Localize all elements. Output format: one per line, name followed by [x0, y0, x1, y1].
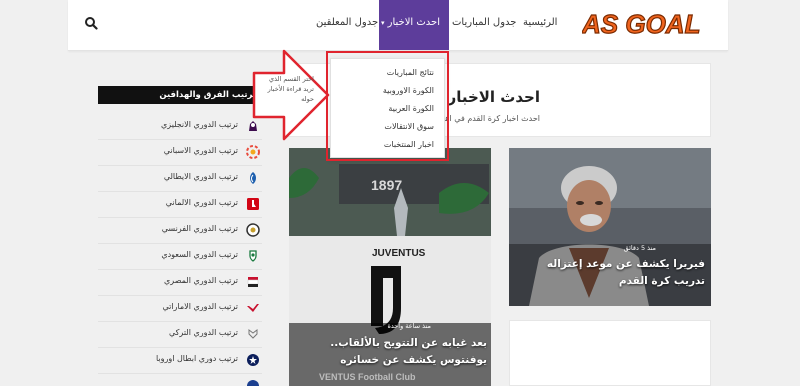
nav-latest-news-label: احدث الاخبار [387, 17, 440, 28]
turkish-league-icon [248, 329, 258, 339]
nav-commentators-schedule[interactable]: جدول المعلقين [316, 0, 378, 50]
ligue-1-icon [246, 223, 260, 237]
card-time: منذ ساعة واحدة [387, 322, 431, 330]
nav-latest-news[interactable]: احدث الاخبار ▾ [379, 0, 449, 50]
sidebar-item-label: ترتيب الدوري المصري [164, 276, 238, 285]
league-icon [247, 380, 259, 386]
sidebar-item-laliga[interactable]: ترتيب الدوري الاسباني [98, 140, 262, 166]
sidebar-item-label: ترتيب الدوري الفرنسي [161, 224, 238, 233]
saudi-league-icon [249, 250, 257, 262]
sidebar-item-serie-a[interactable]: ترتيب الدوري الايطالي [98, 166, 262, 192]
sidebar-item-saudi-league[interactable]: ترتيب الدوري السعودي [98, 244, 262, 270]
svg-text:AS GOAL: AS GOAL [582, 9, 700, 39]
sidebar-item-more[interactable] [98, 374, 262, 386]
sidebar-item-label: ترتيب دوري ابطال اوروبا [155, 354, 238, 363]
highlight-box [326, 51, 449, 161]
sidebar-item-label: ترتيب الدوري الايطالي [163, 172, 238, 181]
sidebar-item-egyptian-league[interactable]: ترتيب الدوري المصري [98, 270, 262, 296]
nav-home[interactable]: الرئيسية [523, 0, 557, 50]
news-card[interactable]: 1897 JUVENTUS VENTUS Football Club منذ س… [289, 148, 491, 386]
sidebar-item-label: ترتيب الدوري الاسباني [163, 146, 238, 155]
sidebar-item-champions-league[interactable]: ترتيب دوري ابطال اوروبا [98, 348, 262, 374]
uae-league-icon [247, 304, 259, 312]
champions-league-icon [247, 354, 259, 366]
nav-matches-schedule[interactable]: جدول المباريات [452, 0, 516, 50]
serie-a-icon [250, 172, 256, 184]
sidebar-item-label: ترتيب الدوري الانجليزي [161, 120, 238, 129]
bundesliga-icon [247, 198, 259, 210]
sidebar-item-label: ترتيب الدوري الاماراتي [162, 302, 238, 311]
svg-text:1897: 1897 [371, 177, 402, 193]
sidebar-item-turkish-league[interactable]: ترتيب الدوري التركي [98, 322, 262, 348]
sidebar-item-ligue-1[interactable]: ترتيب الدوري الفرنسي [98, 218, 262, 244]
page-title: احدث الاخبار [447, 88, 540, 106]
annotation-hint: اختر القسم الذي تريد قراءة الأخبار حوله [267, 75, 314, 103]
sidebar-item-premier-league[interactable]: ترتيب الدوري الانجليزي [98, 114, 262, 140]
news-card[interactable]: منذ 5 دقائق فيريرا يكشف عن موعد إعتزاله … [509, 148, 711, 306]
svg-text:VENTUS Football Club: VENTUS Football Club [319, 372, 416, 382]
sidebar-title: ترتيب الفرق والهدافين [98, 86, 262, 104]
laliga-icon [246, 145, 260, 159]
sidebar-item-label: ترتيب الدوري الالماني [165, 198, 238, 207]
site-logo[interactable]: AS GOAL [582, 8, 714, 40]
card-title[interactable]: بعد غيابه عن التتويج بالألقاب.. يوفنتوس … [291, 335, 487, 369]
sidebar-item-label: ترتيب الدوري التركي [168, 328, 238, 337]
card-title[interactable]: فيريرا يكشف عن موعد إعتزاله تدريب كرة ال… [537, 256, 705, 290]
sidebar-item-bundesliga[interactable]: ترتيب الدوري الالماني [98, 192, 262, 218]
egyptian-league-icon [247, 277, 259, 287]
search-icon[interactable] [84, 16, 98, 30]
card-time: منذ 5 دقائق [623, 244, 656, 252]
chevron-down-icon: ▾ [380, 19, 385, 27]
sidebar-item-label: ترتيب الدوري السعودي [161, 250, 238, 259]
sidebar-item-uae-league[interactable]: ترتيب الدوري الاماراتي [98, 296, 262, 322]
svg-text:JUVENTUS: JUVENTUS [372, 248, 426, 259]
news-card-placeholder [509, 320, 711, 386]
